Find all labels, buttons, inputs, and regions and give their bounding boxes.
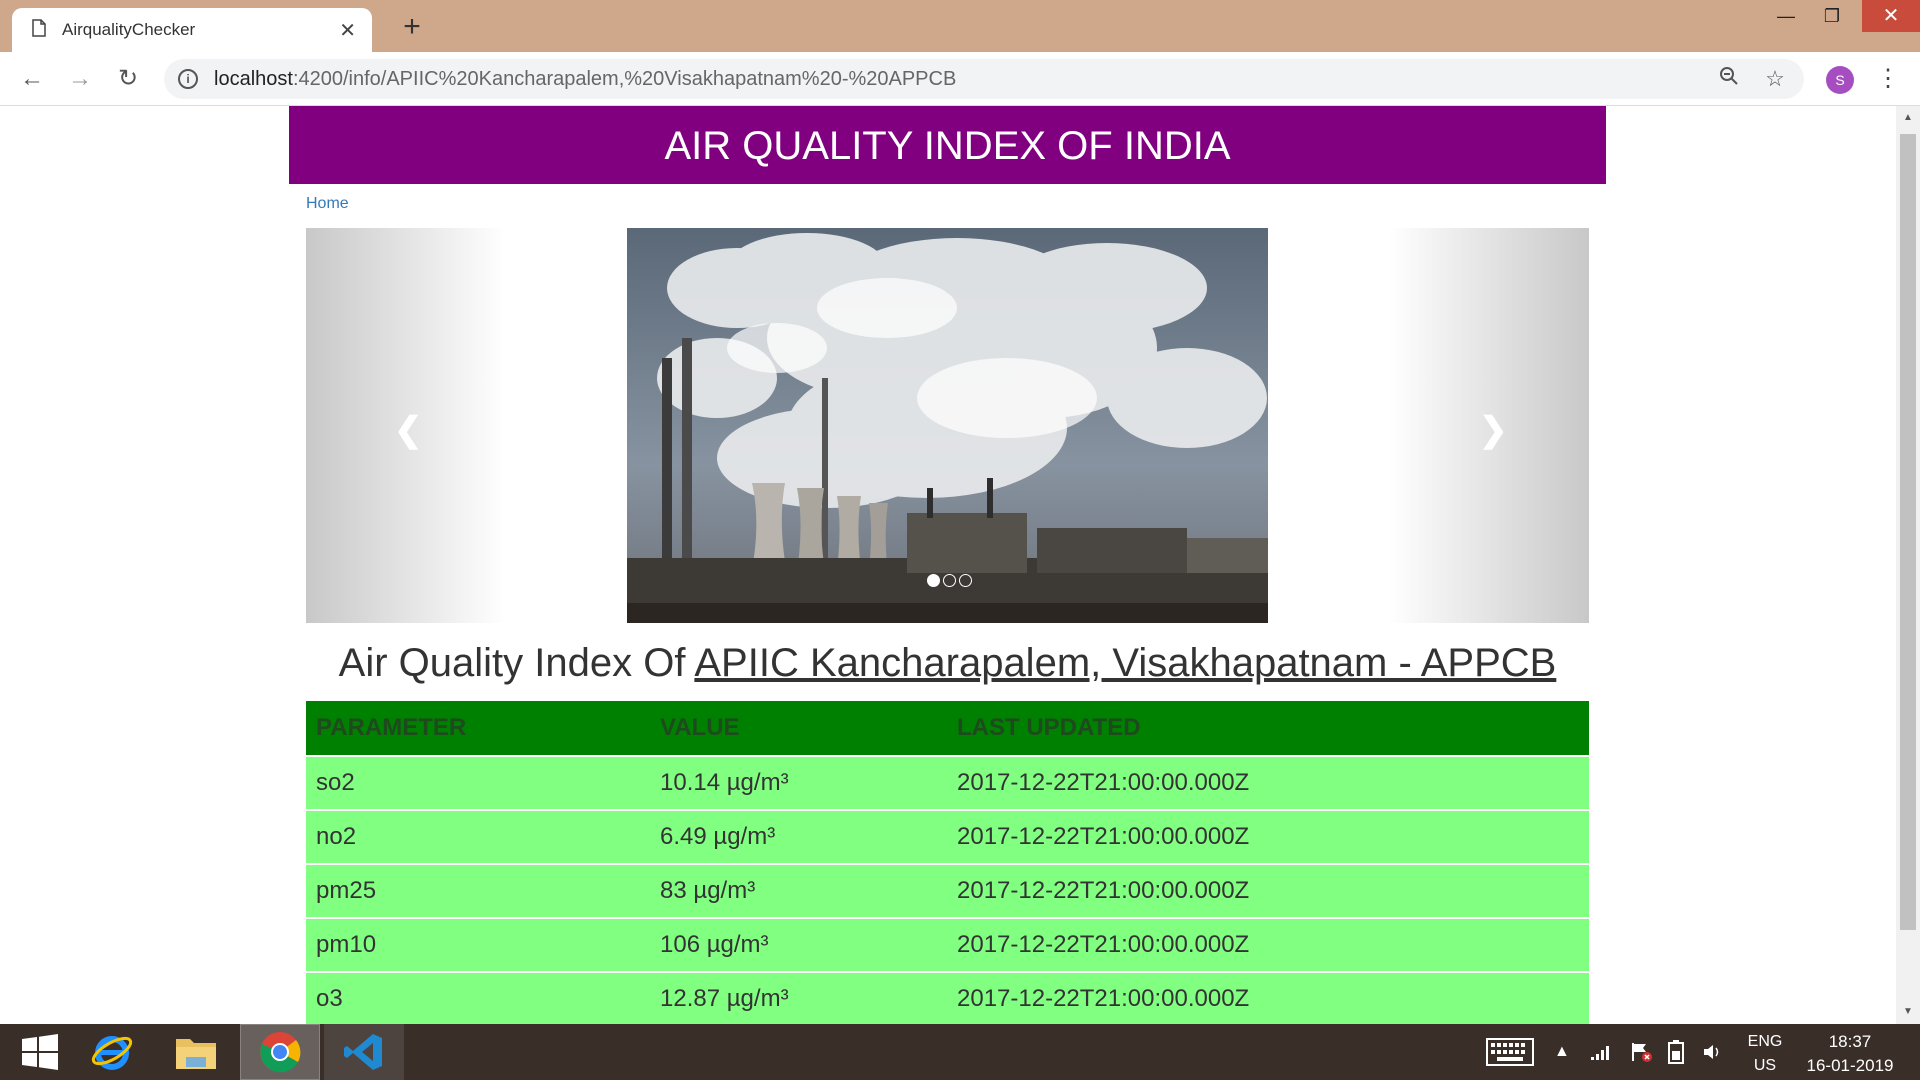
carousel-dot[interactable]	[959, 574, 972, 587]
keyboard-icon[interactable]	[1486, 1024, 1534, 1080]
carousel-slide-image	[627, 228, 1268, 623]
file-explorer-icon[interactable]	[156, 1024, 236, 1080]
page-icon	[32, 18, 46, 42]
volume-icon[interactable]	[1702, 1024, 1724, 1080]
close-window-button[interactable]: ✕	[1862, 0, 1920, 32]
carousel-dot[interactable]	[943, 574, 956, 587]
page-scrollbar[interactable]: ▲ ▼	[1896, 106, 1920, 1024]
table-row: so2 10.14 µg/m³ 2017-12-22T21:00:00.000Z	[306, 755, 1589, 809]
action-center-flag-icon[interactable]	[1630, 1024, 1654, 1080]
browser-tab[interactable]: AirqualityChecker ✕	[12, 8, 372, 52]
browser-toolbar: ← → ↻ i localhost:4200/info/APIIC%20Kanc…	[0, 52, 1920, 106]
cell-value: 83 µg/m³	[660, 877, 756, 904]
image-carousel: ❮ ❯	[306, 228, 1589, 623]
column-header-last-updated: LAST UPDATED	[957, 714, 1141, 741]
cell-parameter: so2	[316, 769, 355, 796]
browser-titlebar: AirqualityChecker ✕ + — ❐ ✕	[0, 0, 1920, 52]
cell-updated: 2017-12-22T21:00:00.000Z	[957, 985, 1250, 1012]
chevron-left-icon: ❮	[394, 411, 423, 449]
parameter-table: PARAMETER VALUE LAST UPDATED so2 10.14 µ…	[306, 701, 1589, 1024]
scroll-thumb[interactable]	[1900, 134, 1916, 930]
internet-explorer-icon[interactable]	[72, 1024, 152, 1080]
cell-updated: 2017-12-22T21:00:00.000Z	[957, 823, 1250, 850]
back-icon[interactable]: ←	[16, 64, 48, 96]
windows-taskbar: ▲ ENG US 18:37 16-01-2019	[0, 1024, 1920, 1080]
close-tab-icon[interactable]: ✕	[339, 18, 356, 43]
table-header: PARAMETER VALUE LAST UPDATED	[306, 701, 1589, 755]
cell-updated: 2017-12-22T21:00:00.000Z	[957, 877, 1250, 904]
scroll-down-icon[interactable]: ▼	[1896, 1002, 1920, 1022]
chevron-right-icon: ❯	[1479, 411, 1508, 449]
clock-time: 18:37	[1828, 1032, 1872, 1051]
system-clock[interactable]: 18:37 16-01-2019	[1780, 1030, 1920, 1078]
cell-value: 6.49 µg/m³	[660, 823, 776, 850]
table-row: o3 12.87 µg/m³ 2017-12-22T21:00:00.000Z	[306, 971, 1589, 1024]
home-link[interactable]: Home	[306, 195, 349, 213]
column-header-parameter: PARAMETER	[316, 714, 467, 741]
column-header-value: VALUE	[660, 714, 740, 741]
forward-icon[interactable]: →	[64, 64, 96, 96]
windows-logo-icon	[22, 1034, 58, 1070]
network-signal-icon[interactable]	[1590, 1024, 1612, 1080]
profile-avatar[interactable]: S	[1826, 66, 1854, 94]
reload-icon[interactable]: ↻	[112, 64, 144, 96]
carousel-next-control[interactable]: ❯	[1389, 228, 1589, 623]
info-icon[interactable]: i	[178, 69, 198, 89]
cell-parameter: no2	[316, 823, 357, 850]
scroll-up-icon[interactable]: ▲	[1896, 108, 1920, 128]
new-tab-button[interactable]: +	[392, 8, 432, 48]
carousel-dot[interactable]	[927, 574, 940, 587]
url-text[interactable]: localhost:4200/info/APIIC%20Kancharapale…	[214, 68, 1698, 91]
restore-button[interactable]: ❐	[1809, 0, 1855, 32]
cell-value: 12.87 µg/m³	[660, 985, 789, 1012]
cell-parameter: pm25	[316, 877, 377, 904]
cell-updated: 2017-12-22T21:00:00.000Z	[957, 931, 1250, 958]
zoom-icon[interactable]	[1714, 66, 1744, 92]
table-row: pm25 83 µg/m³ 2017-12-22T21:00:00.000Z	[306, 863, 1589, 917]
cell-value: 10.14 µg/m³	[660, 769, 789, 796]
page-viewport: AIR QUALITY INDEX OF INDIA Home ❮ ❯ Air …	[0, 106, 1896, 1024]
menu-icon[interactable]: ⋮	[1876, 62, 1900, 96]
cell-parameter: pm10	[316, 931, 377, 958]
page-header: AIR QUALITY INDEX OF INDIA	[289, 106, 1606, 184]
cell-parameter: o3	[316, 985, 343, 1012]
start-button[interactable]	[0, 1024, 80, 1080]
clock-date: 16-01-2019	[1806, 1056, 1894, 1075]
table-row: no2 6.49 µg/m³ 2017-12-22T21:00:00.000Z	[306, 809, 1589, 863]
cell-updated: 2017-12-22T21:00:00.000Z	[957, 769, 1250, 796]
cell-value: 106 µg/m³	[660, 931, 769, 958]
station-heading: Air Quality Index Of APIIC Kancharapalem…	[306, 641, 1589, 686]
carousel-prev-control[interactable]: ❮	[306, 228, 506, 623]
show-hidden-icons-icon[interactable]: ▲	[1554, 1024, 1570, 1080]
table-row: pm10 106 µg/m³ 2017-12-22T21:00:00.000Z	[306, 917, 1589, 971]
bookmark-star-icon[interactable]: ☆	[1760, 66, 1790, 92]
vscode-taskbar-icon[interactable]	[324, 1024, 404, 1080]
heading-prefix: Air Quality Index Of	[338, 641, 695, 685]
minimize-button[interactable]: —	[1763, 0, 1809, 32]
station-name: APIIC Kancharapalem, Visakhapatnam - APP…	[694, 641, 1557, 685]
battery-icon[interactable]	[1666, 1024, 1688, 1080]
carousel-indicators	[927, 574, 972, 587]
tab-title: AirqualityChecker	[62, 20, 196, 39]
address-bar[interactable]: i localhost:4200/info/APIIC%20Kancharapa…	[164, 59, 1804, 99]
chrome-taskbar-icon[interactable]	[240, 1024, 320, 1080]
